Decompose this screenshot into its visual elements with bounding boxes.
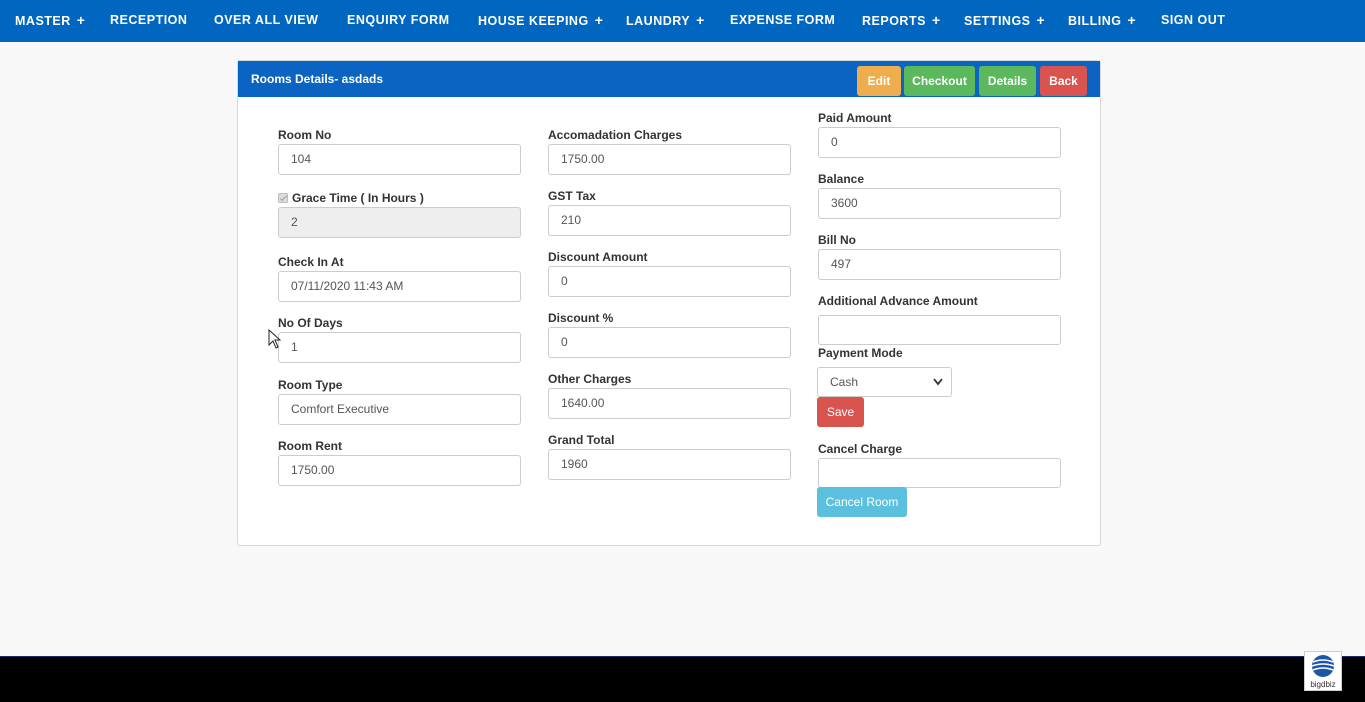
room-rent-group: Room Rent 1750.00 xyxy=(278,438,521,486)
paid-amount-label: Paid Amount xyxy=(818,111,892,125)
discount-percent-label: Discount % xyxy=(548,311,614,325)
gst-tax-label: GST Tax xyxy=(548,189,596,203)
mouse-pointer-icon xyxy=(268,328,282,354)
chevron-down-icon xyxy=(933,368,943,408)
cancel-charge-group: Cancel Charge xyxy=(818,441,1061,488)
paid-amount-input[interactable]: 0 xyxy=(818,127,1061,158)
no-of-days-label: No Of Days xyxy=(278,316,343,330)
discount-amount-group: Discount Amount 0 xyxy=(548,249,791,297)
no-of-days-group: No Of Days 1 xyxy=(278,315,521,363)
check-in-input[interactable]: 07/11/2020 11:43 AM xyxy=(278,271,521,302)
cancel-charge-input[interactable] xyxy=(818,458,1061,488)
check-in-label: Check In At xyxy=(278,255,344,269)
bottom-black-bar xyxy=(0,657,1365,702)
grand-total-input[interactable]: 1960 xyxy=(548,449,791,480)
save-button[interactable]: Save xyxy=(817,397,864,427)
room-no-group: Room No 104 xyxy=(278,127,521,175)
room-no-input[interactable]: 104 xyxy=(278,144,521,175)
discount-percent-group: Discount % 0 xyxy=(548,310,791,358)
room-type-label: Room Type xyxy=(278,378,343,392)
nav-master[interactable]: MASTER + xyxy=(15,0,85,40)
room-type-group: Room Type Comfort Executive xyxy=(278,377,521,425)
discount-amount-input[interactable]: 0 xyxy=(548,266,791,297)
bill-no-label: Bill No xyxy=(818,233,856,247)
grand-total-group: Grand Total 1960 xyxy=(548,432,791,480)
grace-time-group: Grace Time ( In Hours ) 2 xyxy=(278,190,521,238)
nav-enquiry-form[interactable]: ENQUIRY FORM xyxy=(347,0,450,40)
edit-button[interactable]: Edit xyxy=(857,66,901,96)
nav-reception[interactable]: RECEPTION xyxy=(110,0,187,40)
other-charges-group: Other Charges 1640.00 xyxy=(548,371,791,419)
nav-laundry[interactable]: LAUNDRY + xyxy=(626,0,705,40)
balance-group: Balance 3600 xyxy=(818,171,1061,219)
room-rent-input[interactable]: 1750.00 xyxy=(278,455,521,486)
payment-mode-value: Cash xyxy=(830,375,859,389)
panel-header: Rooms Details- asdads Edit Checkout Deta… xyxy=(238,61,1100,97)
expand-plus-icon: + xyxy=(76,12,86,28)
nav-expense-form[interactable]: EXPENSE FORM xyxy=(730,0,835,40)
gst-tax-group: GST Tax 210 xyxy=(548,188,791,236)
bill-no-group: Bill No 497 xyxy=(818,232,1061,280)
room-no-label: Room No xyxy=(278,128,332,142)
logo-text: bigdbiz xyxy=(1310,680,1336,689)
grace-time-input: 2 xyxy=(278,207,521,238)
room-rent-label: Room Rent xyxy=(278,439,342,453)
globe-icon xyxy=(1311,655,1335,677)
nav-reports[interactable]: REPORTS + xyxy=(862,0,941,40)
back-button[interactable]: Back xyxy=(1040,66,1087,96)
grace-time-label: Grace Time ( In Hours ) xyxy=(292,191,424,205)
expand-plus-icon: + xyxy=(1036,12,1046,28)
check-in-group: Check In At 07/11/2020 11:43 AM xyxy=(278,254,521,302)
checkout-button[interactable]: Checkout xyxy=(904,66,975,96)
payment-mode-group: Payment Mode xyxy=(818,345,1061,362)
details-button[interactable]: Details xyxy=(979,66,1036,96)
nav-settings[interactable]: SETTINGS + xyxy=(964,0,1045,40)
expand-plus-icon: + xyxy=(696,12,705,28)
nav-billing[interactable]: BILLING + xyxy=(1068,0,1136,40)
panel-title: Rooms Details- asdads xyxy=(251,72,384,86)
accommodation-group: Accomadation Charges 1750.00 xyxy=(548,127,791,175)
paid-amount-group: Paid Amount 0 xyxy=(818,110,1061,158)
grand-total-label: Grand Total xyxy=(548,433,615,447)
nav-over-all-view[interactable]: OVER ALL VIEW xyxy=(214,0,318,40)
discount-percent-input[interactable]: 0 xyxy=(548,327,791,358)
payment-mode-label: Payment Mode xyxy=(818,346,903,360)
bill-no-input[interactable]: 497 xyxy=(818,249,1061,280)
additional-advance-input[interactable] xyxy=(818,315,1061,345)
payment-mode-select[interactable]: Cash xyxy=(817,367,952,397)
room-type-input[interactable]: Comfort Executive xyxy=(278,394,521,425)
top-navbar: MASTER + RECEPTION OVER ALL VIEW ENQUIRY … xyxy=(0,0,1365,42)
additional-advance-label: Additional Advance Amount xyxy=(818,294,978,308)
other-charges-label: Other Charges xyxy=(548,372,632,386)
balance-label: Balance xyxy=(818,172,865,186)
accommodation-input[interactable]: 1750.00 xyxy=(548,144,791,175)
expand-plus-icon: + xyxy=(594,12,604,28)
balance-input[interactable]: 3600 xyxy=(818,188,1061,219)
bigdbiz-logo: bigdbiz xyxy=(1304,651,1342,691)
cancel-charge-label: Cancel Charge xyxy=(818,442,903,456)
discount-amount-label: Discount Amount xyxy=(548,250,648,264)
nav-house-keeping[interactable]: HOUSE KEEPING + xyxy=(478,0,603,40)
expand-plus-icon: + xyxy=(1127,12,1137,28)
other-charges-input[interactable]: 1640.00 xyxy=(548,388,791,419)
grace-time-label-row: Grace Time ( In Hours ) xyxy=(278,190,521,207)
expand-plus-icon: + xyxy=(931,12,941,28)
cancel-room-button[interactable]: Cancel Room xyxy=(817,487,907,517)
no-of-days-input[interactable]: 1 xyxy=(278,332,521,363)
nav-sign-out[interactable]: SIGN OUT xyxy=(1161,0,1225,40)
additional-advance-group: Additional Advance Amount xyxy=(818,293,1061,345)
accommodation-label: Accomadation Charges xyxy=(548,128,683,142)
gst-tax-input[interactable]: 210 xyxy=(548,205,791,236)
grace-time-checkbox[interactable] xyxy=(278,193,288,203)
